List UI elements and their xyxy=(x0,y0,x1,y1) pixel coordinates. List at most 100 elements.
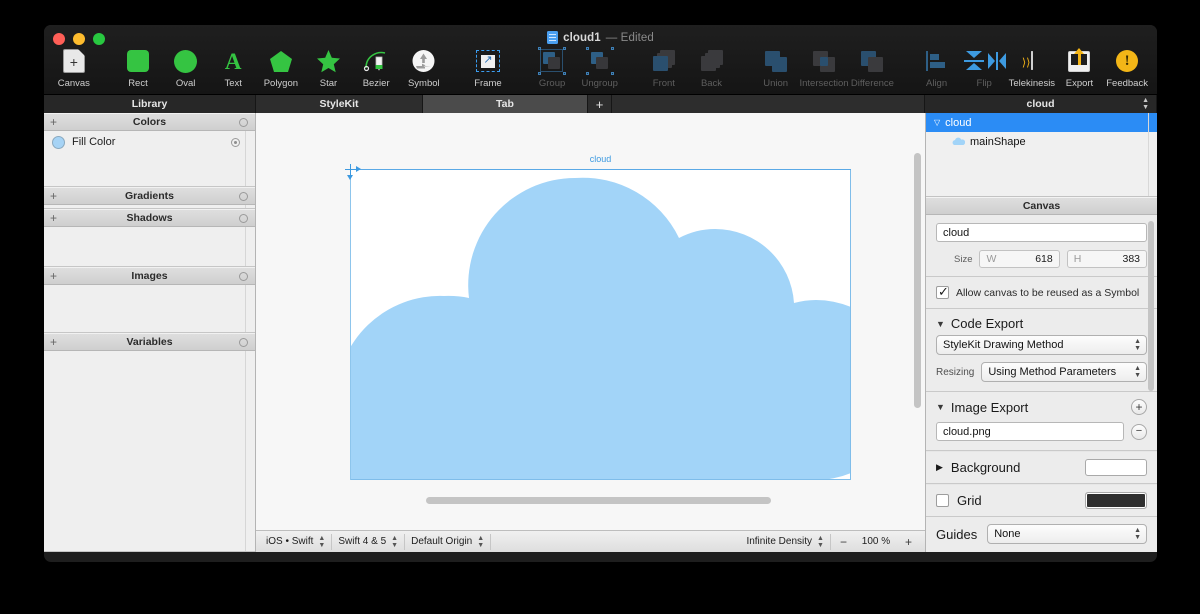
chevron-right-icon[interactable]: ▶ xyxy=(936,462,943,473)
resizing-select[interactable]: Using Method Parameters ▲▼ xyxy=(981,362,1147,382)
canvas-vertical-scrollbar[interactable] xyxy=(914,153,921,408)
canvas-horizontal-scrollbar[interactable] xyxy=(426,497,771,504)
canvas-panel-header: Canvas xyxy=(926,197,1157,215)
tool-difference[interactable]: Difference xyxy=(849,47,897,89)
tab-inspector[interactable]: cloud ▲▼ xyxy=(925,95,1157,113)
tab-tab[interactable]: Tab xyxy=(423,95,588,113)
tool-polygon[interactable]: Polygon xyxy=(257,47,305,89)
add-image-export-button[interactable]: + xyxy=(1131,399,1147,415)
tab-spacer xyxy=(612,95,925,113)
tool-text[interactable]: A Text xyxy=(209,47,257,89)
tool-star[interactable]: Star xyxy=(305,47,353,89)
library-section-colors[interactable]: + Colors xyxy=(44,113,255,131)
tool-label: Bezier xyxy=(363,78,390,89)
origin-handle[interactable] xyxy=(345,164,356,175)
toolbar-tools: Canvas Rect Oval A Text P xyxy=(44,47,1157,89)
add-variable-button[interactable]: + xyxy=(50,335,57,349)
chevron-down-icon[interactable]: ▼ xyxy=(936,319,945,329)
window-title: cloud1 — Edited xyxy=(44,31,1157,44)
tool-feedback[interactable]: ! Feedback xyxy=(1103,47,1151,89)
background-color-swatch[interactable] xyxy=(1085,459,1147,476)
chevron-updown-icon[interactable]: ▲▼ xyxy=(1142,97,1149,111)
library-section-variables[interactable]: + Variables xyxy=(44,333,255,351)
language-popup[interactable]: Swift 4 & 5 ▲▼ xyxy=(332,534,405,550)
origin-guide-vertical xyxy=(350,169,351,480)
tool-telekinesis[interactable]: ⟩⟩ Telekinesis xyxy=(1008,47,1056,89)
background-row[interactable]: ▶ Background xyxy=(926,451,1157,484)
add-shadow-button[interactable]: + xyxy=(50,211,57,225)
canvas-name-block: cloud Size W 618 H 383 xyxy=(926,215,1157,277)
resizing-value: Using Method Parameters xyxy=(988,366,1116,378)
tool-back[interactable]: Back xyxy=(688,47,736,89)
canvas-frame-label: cloud xyxy=(350,154,851,164)
image-export-header[interactable]: ▼ Image Export + xyxy=(926,392,1157,419)
tool-intersection[interactable]: Intersection xyxy=(799,47,848,89)
grid-color-swatch[interactable] xyxy=(1085,492,1147,509)
zoom-out-button[interactable]: − xyxy=(831,535,856,549)
group-icon xyxy=(539,48,565,74)
canvas-name-input[interactable]: cloud xyxy=(936,223,1147,242)
add-image-button[interactable]: + xyxy=(50,269,57,283)
tool-symbol[interactable]: Symbol xyxy=(400,47,448,89)
size-label: Size xyxy=(954,254,972,265)
symbol-reuse-row[interactable]: Allow canvas to be reused as a Symbol xyxy=(926,277,1157,309)
color-edit-icon[interactable] xyxy=(231,138,240,147)
origin-popup[interactable]: Default Origin ▲▼ xyxy=(405,534,491,550)
tool-ungroup[interactable]: Ungroup xyxy=(576,47,624,89)
tool-label: Rect xyxy=(128,78,148,89)
symbol-reuse-checkbox[interactable] xyxy=(936,286,949,299)
grid-checkbox[interactable] xyxy=(936,494,949,507)
tool-union[interactable]: Union xyxy=(752,47,800,89)
canvas-area[interactable]: cloud xyxy=(256,113,925,552)
layer-row-cloud[interactable]: ▽ cloud xyxy=(926,113,1157,132)
canvas-height-input[interactable]: H 383 xyxy=(1067,250,1147,268)
tool-oval[interactable]: Oval xyxy=(162,47,210,89)
image-export-filename-input[interactable]: cloud.png xyxy=(936,422,1124,441)
canvas-viewport[interactable]: cloud xyxy=(256,113,925,530)
remove-image-export-button[interactable]: − xyxy=(1131,424,1147,440)
tool-label: Star xyxy=(320,78,337,89)
tab-add-button[interactable]: + xyxy=(588,95,612,113)
chevron-down-icon[interactable]: ▼ xyxy=(936,402,945,412)
tab-stylekit[interactable]: StyleKit xyxy=(256,95,423,113)
disclosure-triangle-icon[interactable]: ▽ xyxy=(934,118,940,127)
layer-list[interactable]: ▽ cloud mainShape xyxy=(926,113,1157,197)
library-shadows-body xyxy=(44,227,255,267)
tab-library[interactable]: Library xyxy=(44,95,256,113)
cloud-shape[interactable] xyxy=(351,170,850,479)
code-export-method-select[interactable]: StyleKit Drawing Method ▲▼ xyxy=(936,335,1147,355)
color-swatch[interactable] xyxy=(52,136,65,149)
width-key: W xyxy=(986,253,996,265)
tool-rect[interactable]: Rect xyxy=(114,47,162,89)
section-options-icon[interactable] xyxy=(239,214,248,223)
section-options-icon[interactable] xyxy=(239,118,248,127)
tool-frame[interactable]: Frame xyxy=(464,47,512,89)
section-options-icon[interactable] xyxy=(239,338,248,347)
library-section-images[interactable]: + Images xyxy=(44,267,255,285)
tool-export[interactable]: Export xyxy=(1056,47,1104,89)
tool-align[interactable]: Align xyxy=(913,47,961,89)
zoom-value: 100 % xyxy=(856,536,896,547)
tool-bezier[interactable]: Bezier xyxy=(352,47,400,89)
library-section-gradients[interactable]: + Gradients xyxy=(44,187,255,205)
library-color-item[interactable]: Fill Color xyxy=(44,131,255,153)
grid-row[interactable]: Grid xyxy=(926,484,1157,517)
platform-popup[interactable]: iOS • Swift ▲▼ xyxy=(260,534,332,550)
tool-front[interactable]: Front xyxy=(640,47,688,89)
inspector-scroll[interactable]: cloud Size W 618 H 383 xyxy=(926,215,1157,552)
tool-canvas[interactable]: Canvas xyxy=(50,47,98,89)
canvas-width-input[interactable]: W 618 xyxy=(979,250,1059,268)
add-color-button[interactable]: + xyxy=(50,115,57,129)
code-export-header[interactable]: ▼ Code Export xyxy=(926,309,1157,335)
export-upload-icon xyxy=(1068,51,1090,72)
add-gradient-button[interactable]: + xyxy=(50,189,57,203)
tool-group[interactable]: Group xyxy=(528,47,576,89)
layer-row-mainshape[interactable]: mainShape xyxy=(926,132,1157,151)
tool-flip[interactable]: Flip xyxy=(960,47,1008,89)
zoom-in-button[interactable]: + xyxy=(896,535,921,549)
guides-select[interactable]: None ▲▼ xyxy=(987,524,1147,544)
library-section-shadows[interactable]: + Shadows xyxy=(44,209,255,227)
density-popup[interactable]: Infinite Density ▲▼ xyxy=(740,534,831,550)
section-options-icon[interactable] xyxy=(239,192,248,201)
section-options-icon[interactable] xyxy=(239,272,248,281)
